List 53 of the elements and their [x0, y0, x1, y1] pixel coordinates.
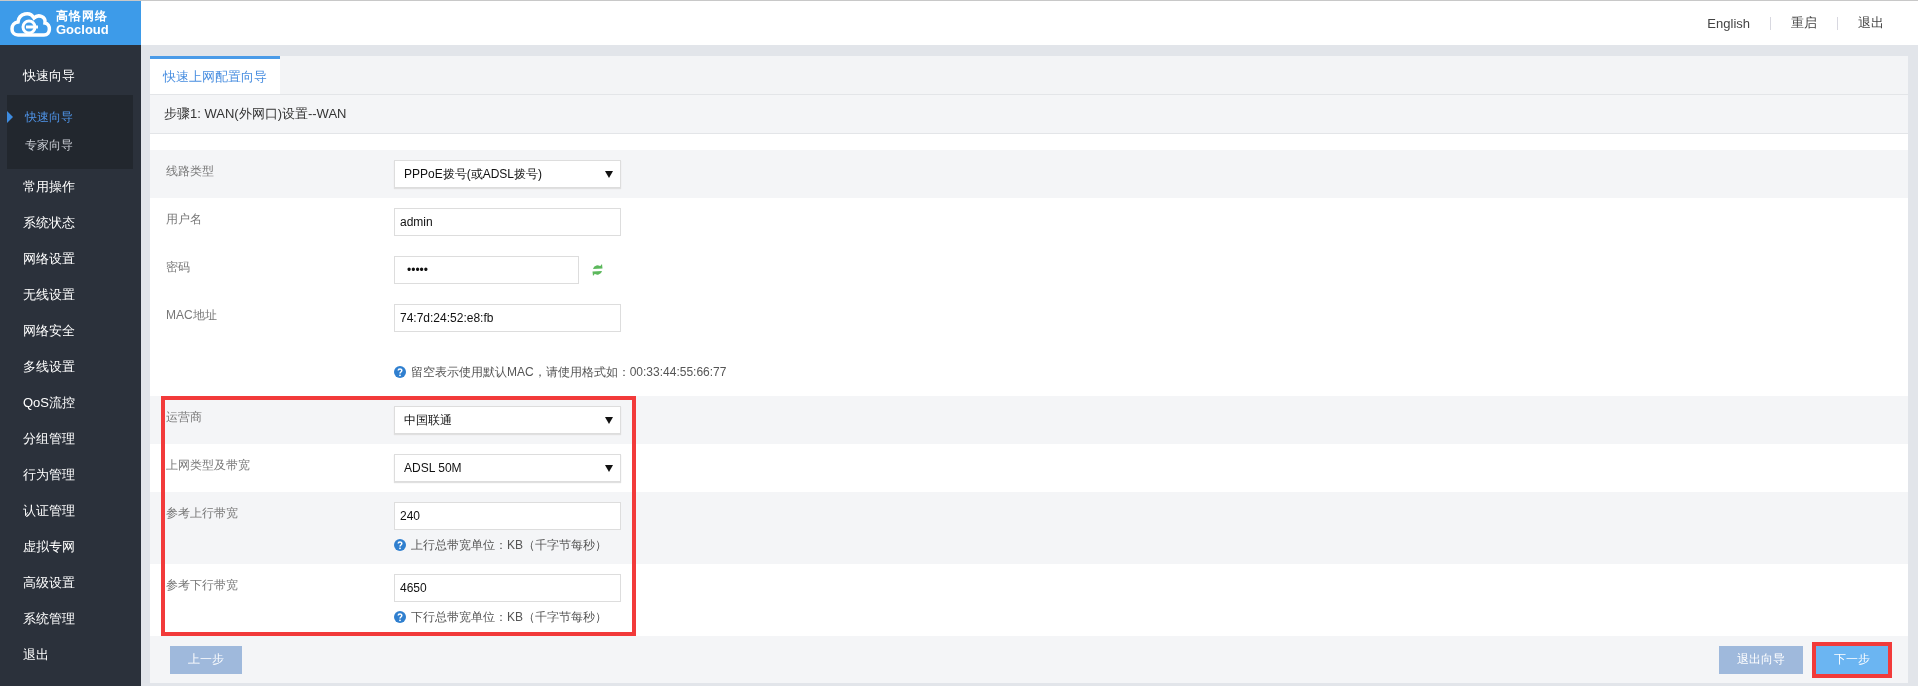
- sidebar-item[interactable]: QoS流控: [0, 385, 141, 421]
- sidebar-item[interactable]: 系统状态: [0, 205, 141, 241]
- sidebar-item[interactable]: 虚拟专网: [0, 529, 141, 565]
- submenu-item[interactable]: 快速向导: [7, 103, 133, 131]
- sidebar-item[interactable]: 退出: [0, 637, 141, 673]
- header-link[interactable]: 重启: [1771, 14, 1837, 32]
- sidebar-item[interactable]: 多线设置: [0, 349, 141, 385]
- sidebar-item[interactable]: 快速向导: [0, 58, 141, 94]
- input-field[interactable]: admin: [394, 208, 621, 236]
- caret-icon: [605, 464, 613, 472]
- button: 上一步: [170, 645, 242, 674]
- step-title: 步骤1: WAN(外网口)设置--WAN: [150, 94, 1908, 134]
- input-field[interactable]: •••••: [394, 256, 579, 284]
- field-label: 上网类型及带宽: [166, 458, 250, 472]
- input-field[interactable]: 74:7d:24:52:e8:fb: [394, 304, 621, 332]
- field-label: 运营商: [166, 410, 202, 424]
- logo-name: 高恪网络: [56, 9, 109, 23]
- field-label: 参考下行带宽: [166, 578, 238, 592]
- field-label: 线路类型: [166, 164, 214, 178]
- sidebar-item[interactable]: 常用操作: [0, 169, 141, 205]
- field-label: 参考上行带宽: [166, 506, 238, 520]
- refresh-icon: [591, 263, 604, 277]
- sidebar-item[interactable]: 高级设置: [0, 565, 141, 601]
- field-label: 用户名: [166, 212, 202, 226]
- help-icon: [394, 539, 406, 551]
- caret-icon: [605, 170, 613, 178]
- header-link[interactable]: 退出: [1838, 14, 1904, 32]
- help-icon: [394, 611, 406, 623]
- dropdown[interactable]: PPPoE拨号(或ADSL拨号): [394, 160, 621, 188]
- tab[interactable]: 快速上网配置向导: [150, 56, 280, 94]
- hint-text: 下行总带宽单位：KB（千字节每秒）: [411, 608, 607, 626]
- sidebar-item[interactable]: 无线设置: [0, 277, 141, 313]
- sidebar-item[interactable]: 网络安全: [0, 313, 141, 349]
- sidebar-item[interactable]: 系统管理: [0, 601, 141, 637]
- input-field[interactable]: 4650: [394, 574, 621, 602]
- field-label: 密码: [166, 260, 190, 274]
- sidebar-item[interactable]: 分组管理: [0, 421, 141, 457]
- logo-brand: Gocloud: [56, 23, 109, 37]
- help-icon: [394, 366, 406, 378]
- dropdown[interactable]: 中国联通: [394, 406, 621, 434]
- sidebar-item[interactable]: 行为管理: [0, 457, 141, 493]
- active-arrow-icon: [7, 111, 13, 123]
- dropdown[interactable]: ADSL 50M: [394, 454, 621, 482]
- submenu-item[interactable]: 专家向导: [7, 131, 133, 159]
- hint-text: 留空表示使用默认MAC，请使用格式如：00:33:44:55:66:77: [411, 363, 727, 381]
- caret-icon: [605, 416, 613, 424]
- header-link[interactable]: English: [1687, 15, 1770, 31]
- button: 退出向导: [1719, 645, 1803, 674]
- sidebar-item[interactable]: 网络设置: [0, 241, 141, 277]
- input-field[interactable]: 240: [394, 502, 621, 530]
- hint-text: 上行总带宽单位：KB（千字节每秒）: [411, 536, 607, 554]
- sidebar-item[interactable]: 认证管理: [0, 493, 141, 529]
- field-label: MAC地址: [166, 308, 217, 322]
